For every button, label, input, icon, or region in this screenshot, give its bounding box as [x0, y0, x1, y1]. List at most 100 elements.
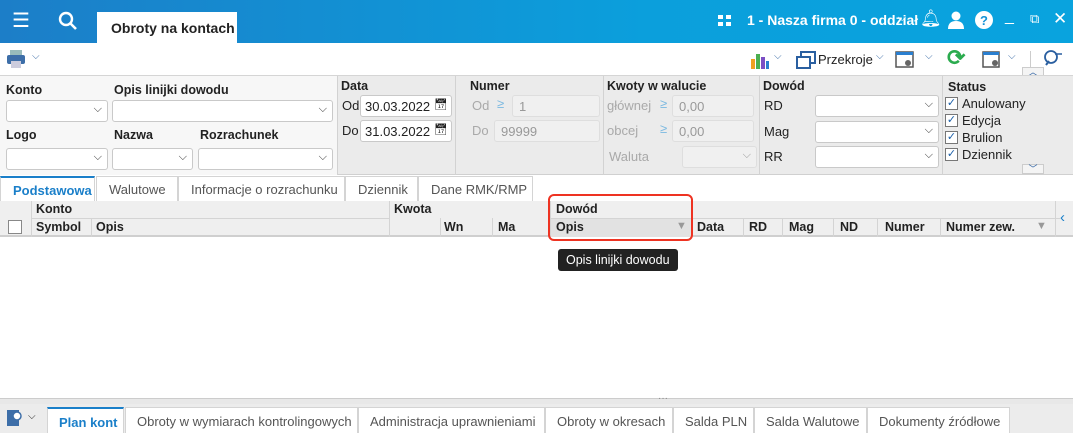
bottom-tab-administracja[interactable]: Administracja uprawnieniami	[358, 407, 545, 433]
waluta-select[interactable]: ⌵	[682, 146, 757, 168]
search-list-icon[interactable]	[6, 409, 24, 427]
kwoty-glownej-input[interactable]: 0,00	[672, 95, 754, 117]
search-icon[interactable]	[58, 11, 78, 31]
tooltip: Opis linijki dowodu	[558, 249, 678, 271]
checkbox-checked[interactable]: ✓	[945, 114, 958, 127]
konto-select[interactable]: ⌵	[6, 100, 108, 122]
calendar-icon[interactable]: 📅︎	[434, 123, 448, 136]
select-all-checkbox[interactable]	[8, 220, 22, 234]
logo-select[interactable]: ⌵	[6, 148, 108, 170]
dowod-mag-select[interactable]: ⌵	[815, 121, 939, 143]
column-numer[interactable]: Numer	[885, 220, 925, 234]
column-symbol[interactable]: Symbol	[36, 220, 81, 234]
greater-equal-icon: ≥	[660, 96, 668, 111]
column-rd[interactable]: RD	[749, 220, 767, 234]
greater-equal-icon: ≥	[497, 96, 505, 111]
dowod-rr-label: RR	[764, 149, 783, 164]
konto-label: Konto	[6, 83, 43, 97]
column-ma[interactable]: Ma	[498, 220, 515, 234]
sections-button[interactable]: Przekroje	[818, 52, 873, 67]
view-tabs: Podstawowa Walutowe Informacje o rozrach…	[0, 175, 1073, 201]
chart-icon[interactable]	[750, 51, 770, 69]
numer-label: Numer	[470, 79, 510, 93]
tab-dziennik[interactable]: Dziennik	[345, 176, 418, 201]
status-edycja[interactable]: ✓ Edycja	[945, 112, 1026, 129]
nazwa-select[interactable]: ⌵	[112, 148, 193, 170]
dowod-rr-select[interactable]: ⌵	[815, 146, 939, 168]
numer-od-input[interactable]: 1	[512, 95, 600, 117]
opis-linijki-label: Opis linijki dowodu	[114, 83, 229, 97]
chevron-down-icon[interactable]: ⌵	[1008, 51, 1016, 62]
chevron-down-icon[interactable]: ⌵	[898, 12, 906, 25]
search-filter-icon[interactable]	[1043, 49, 1063, 69]
hamburger-menu-icon[interactable]: ☰	[12, 8, 30, 33]
greater-equal-icon: ≥	[660, 121, 668, 136]
bottom-tab-obroty-w-wymiarach[interactable]: Obroty w wymiarach kontrolingowych	[125, 407, 358, 433]
print-dropdown-chevron-icon[interactable]: ⌵	[32, 51, 40, 62]
numer-do-input[interactable]: 99999	[494, 120, 600, 142]
close-icon[interactable]: ✕	[1053, 9, 1067, 29]
data-label: Data	[341, 79, 369, 93]
apps-grid-icon[interactable]	[718, 15, 732, 27]
company-selector[interactable]: 1 - Nasza firma 0 - oddział	[747, 12, 918, 28]
help-icon[interactable]: ?	[974, 10, 994, 30]
checkbox-checked[interactable]: ✓	[945, 131, 958, 144]
column-opis[interactable]: Opis	[96, 220, 124, 234]
dowod-rd-select[interactable]: ⌵	[815, 95, 939, 117]
data-do-input[interactable]: 31.03.2022 📅︎	[360, 120, 452, 142]
minimize-icon[interactable]: _	[1005, 8, 1014, 26]
refresh-icon[interactable]: ⟳	[947, 45, 965, 71]
bottom-tab-salda-pln[interactable]: Salda PLN	[673, 407, 754, 433]
tab-walutowe[interactable]: Walutowe	[96, 176, 178, 201]
tab-podstawowa[interactable]: Podstawowa	[0, 176, 95, 201]
sections-icon[interactable]	[796, 51, 816, 69]
kwoty-obcej-input[interactable]: 0,00	[672, 120, 754, 142]
layout-settings-icon[interactable]	[982, 51, 1002, 69]
filter-icon[interactable]: ▼	[1036, 220, 1047, 232]
calendar-icon[interactable]: 📅︎	[434, 98, 448, 111]
bottom-tab-obroty-w-okresach[interactable]: Obroty w okresach	[545, 407, 673, 433]
opis-linijki-select[interactable]: ⌵	[112, 100, 333, 122]
column-group-kwota: Kwota	[394, 202, 432, 216]
bottom-tab-dokumenty-zrodlowe[interactable]: Dokumenty źródłowe	[867, 407, 1010, 433]
chevron-down-icon[interactable]: ⌵	[774, 51, 782, 62]
chevron-down-icon: ⌵	[742, 149, 751, 161]
tab-informacje-o-rozrachunku[interactable]: Informacje o rozrachunku	[178, 176, 345, 201]
column-group-konto: Konto	[36, 202, 73, 216]
column-data[interactable]: Data	[697, 220, 724, 234]
column-mag[interactable]: Mag	[789, 220, 814, 234]
bottom-tab-salda-walutowe[interactable]: Salda Walutowe	[754, 407, 867, 433]
data-do-value: 31.03.2022	[365, 124, 431, 139]
highlight-box	[548, 194, 693, 241]
checkbox-checked[interactable]: ✓	[945, 97, 958, 110]
tab-dane-rmk-rmp[interactable]: Dane RMK/RMP	[418, 176, 533, 201]
chevron-down-icon[interactable]: ⌵	[876, 51, 884, 62]
column-numer-zew[interactable]: Numer zew.	[946, 220, 1015, 234]
bell-icon[interactable]: 🔔︎	[920, 9, 942, 29]
user-icon[interactable]	[947, 11, 965, 29]
print-icon[interactable]	[6, 49, 26, 69]
status-brulion[interactable]: ✓ Brulion	[945, 129, 1026, 146]
rozrachunek-select[interactable]: ⌵	[198, 148, 333, 170]
window-settings-icon[interactable]	[895, 51, 915, 69]
scroll-status-down-button[interactable]: ﹀	[1022, 164, 1044, 174]
app-tab-obroty[interactable]: Obroty na kontach	[97, 12, 237, 43]
dowod-rd-label: RD	[764, 98, 783, 113]
checkbox-checked[interactable]: ✓	[945, 148, 958, 161]
chevron-down-icon[interactable]: ⌵	[28, 411, 36, 422]
data-od-label: Od	[342, 98, 360, 113]
status-label-text: Dziennik	[962, 147, 1012, 162]
bottom-tab-plan-kont[interactable]: Plan kont	[47, 407, 124, 433]
status-dziennik[interactable]: ✓ Dziennik	[945, 146, 1026, 163]
status-anulowany[interactable]: ✓ Anulowany	[945, 95, 1026, 112]
column-wn[interactable]: Wn	[444, 220, 463, 234]
data-od-input[interactable]: 30.03.2022 📅︎	[360, 95, 452, 117]
data-od-value: 30.03.2022	[365, 99, 431, 114]
bottom-tabs: ⌵ Plan kont Obroty w wymiarach kontrolin…	[0, 404, 1073, 433]
chevron-down-icon[interactable]: ⌵	[925, 51, 933, 62]
svg-text:?: ?	[980, 13, 988, 28]
collapse-side-panel-icon[interactable]: ‹	[1060, 209, 1065, 226]
column-nd[interactable]: ND	[840, 220, 858, 234]
grip-icon: ···	[658, 393, 668, 404]
restore-icon[interactable]: ⧉	[1030, 11, 1039, 27]
